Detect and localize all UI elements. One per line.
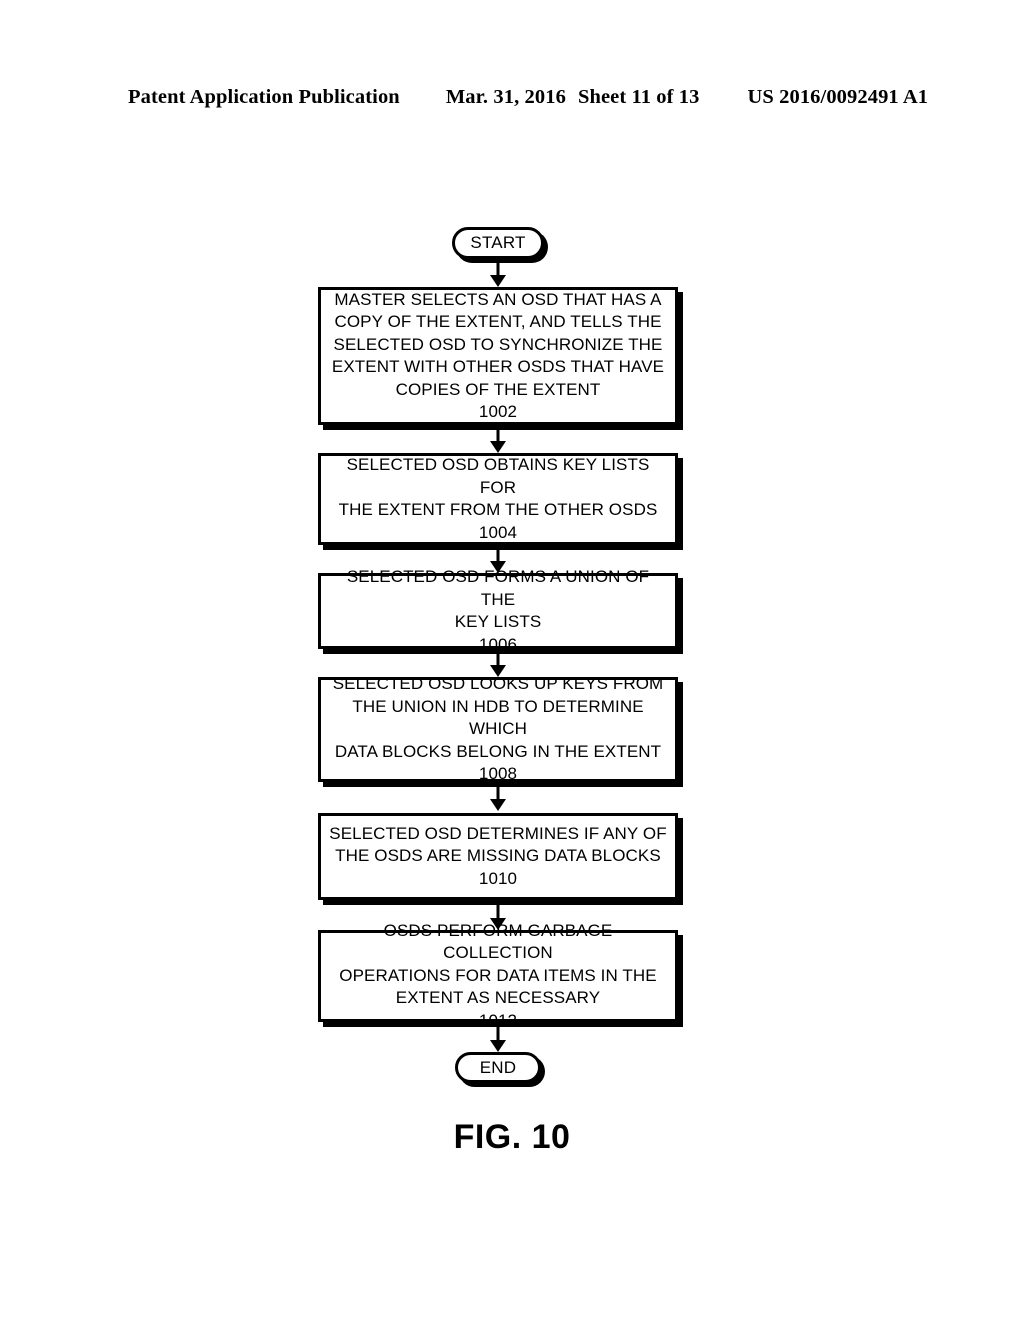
- connector-arrow-1008-to-1010: [490, 782, 506, 811]
- flowchart-start-label: START: [470, 233, 526, 252]
- flowchart-end-label: END: [479, 1057, 517, 1077]
- flowchart-step-1002-text: MASTER SELECTS AN OSD THAT HAS A COPY OF…: [331, 289, 665, 399]
- flowchart-step-1008-text: SELECTED OSD LOOKS UP KEYS FROM THE UNIO…: [332, 674, 664, 761]
- flowchart-step-1004-ref: 1004: [478, 522, 518, 542]
- flowchart-step-1004-text: SELECTED OSD OBTAINS KEY LISTS FOR THE E…: [338, 455, 658, 519]
- connector-arrow-start-to-1002: [490, 259, 506, 287]
- flowchart-step-1012: OSDS PERFORM GARBAGE COLLECTION OPERATIO…: [318, 921, 678, 1030]
- flowchart-step-1010-text: SELECTED OSD DETERMINES IF ANY OF THE OS…: [329, 823, 667, 866]
- flowchart-step-1006: SELECTED OSD FORMS A UNION OF THE KEY LI…: [318, 567, 678, 654]
- flowchart-step-1010-ref: 1010: [478, 868, 518, 888]
- flowchart-step-1002-ref: 1002: [478, 402, 518, 421]
- flowchart-start-node: START: [452, 227, 544, 259]
- connector-arrow-1002-to-1004: [490, 425, 506, 453]
- flowchart-step-1008: SELECTED OSD LOOKS UP KEYS FROM THE UNIO…: [318, 674, 678, 783]
- flowchart-step-1002: MASTER SELECTS AN OSD THAT HAS A COPY OF…: [318, 287, 678, 425]
- flowchart-step-1012-text: OSDS PERFORM GARBAGE COLLECTION OPERATIO…: [339, 920, 657, 1008]
- connector-arrow-1012-to-end: [490, 1022, 506, 1052]
- flowchart-end-node: END: [455, 1052, 541, 1083]
- flowchart-step-1010: SELECTED OSD DETERMINES IF ANY OF THE OS…: [318, 813, 678, 900]
- figure-caption: FIG. 10: [453, 1118, 571, 1156]
- flowchart-step-1004: SELECTED OSD OBTAINS KEY LISTS FOR THE E…: [318, 453, 678, 545]
- flowchart-step-1006-text: SELECTED OSD FORMS A UNION OF THE KEY LI…: [346, 567, 650, 631]
